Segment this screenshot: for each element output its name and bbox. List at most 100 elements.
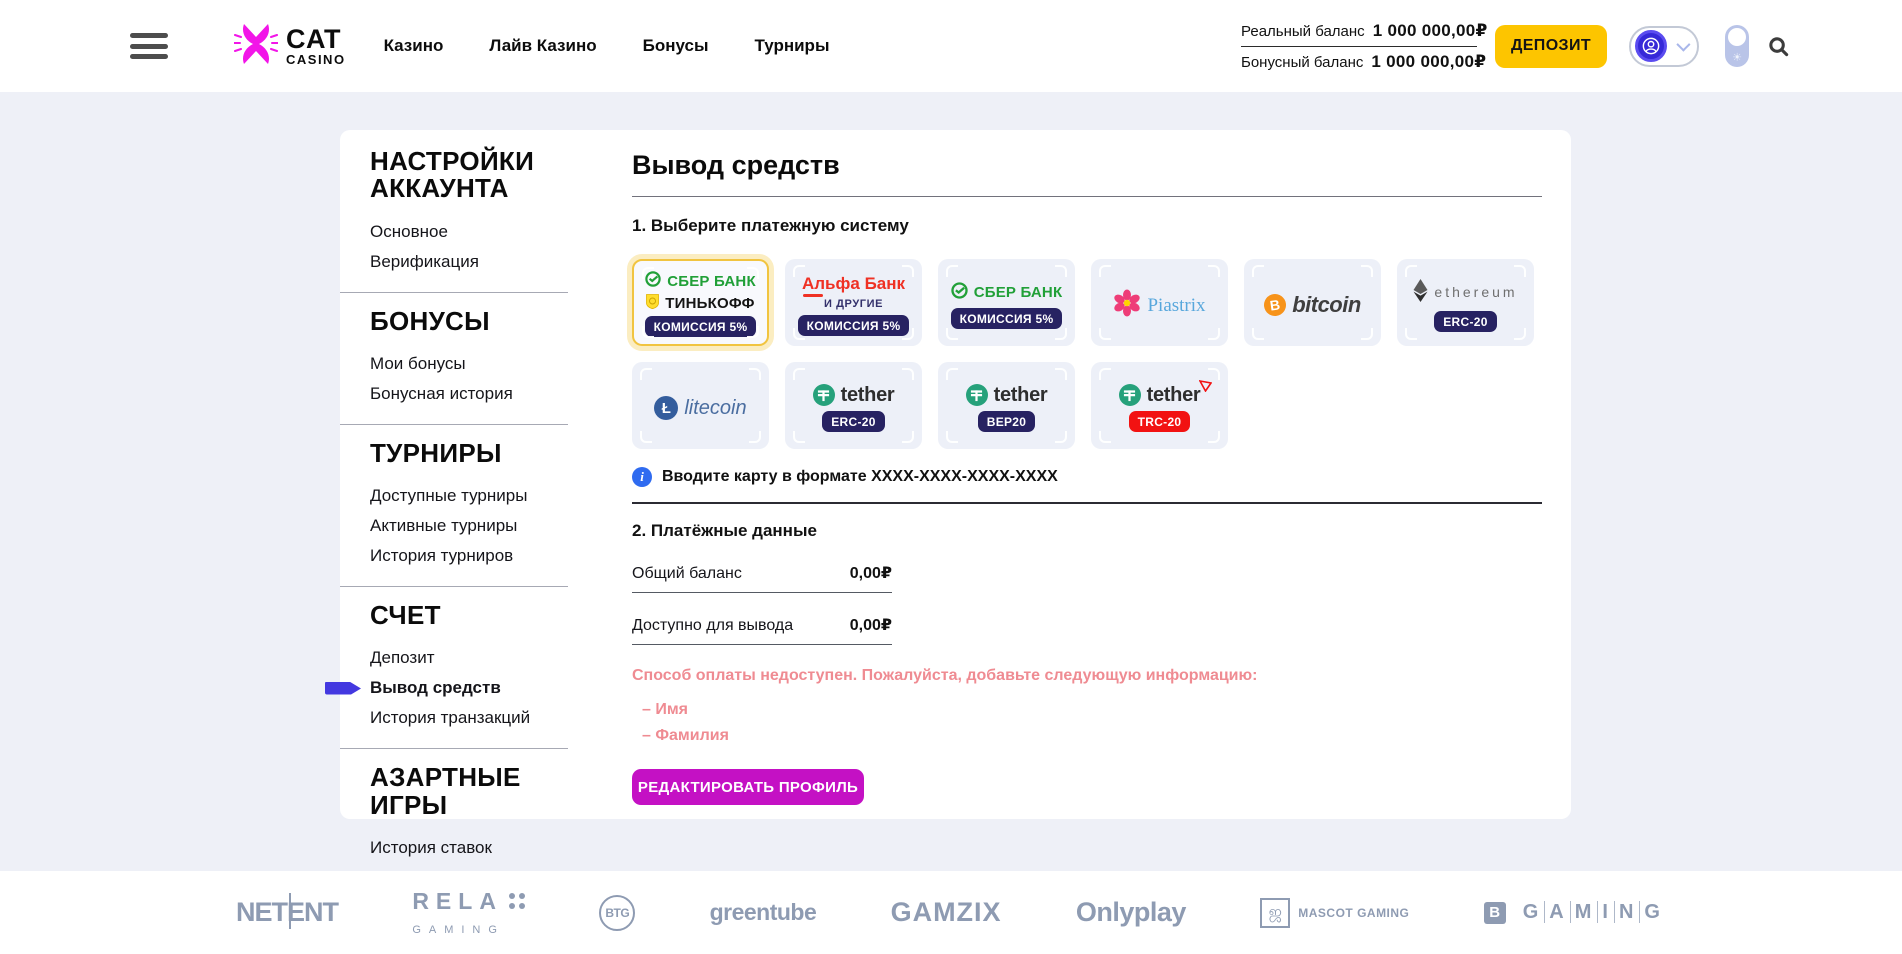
title-divider — [632, 196, 1542, 197]
total-balance-value: 0,00₽ — [850, 563, 892, 583]
missing-fields-list: Имя Фамилия — [632, 697, 1542, 749]
bonus-balance-label: Бонусный баланс — [1241, 54, 1363, 71]
nav-item-casino[interactable]: Казино — [384, 36, 444, 56]
available-balance-value: 0,00₽ — [850, 615, 892, 635]
sidebar-item-main[interactable]: Основное — [370, 217, 598, 247]
relax-gaming-logo: RELA GAMING — [412, 890, 525, 936]
sidebar-section-title-gambling: АЗАРТНЫЕ ИГРЫ — [370, 764, 598, 819]
search-icon — [1767, 35, 1790, 58]
theme-toggle[interactable]: ☀ — [1725, 25, 1749, 67]
sidebar-item-withdrawal-label: Вывод средств — [370, 678, 501, 697]
top-header: CAT CASINO Казино Лайв Казино Бонусы Тур… — [0, 0, 1902, 92]
payment-card-sber-tinkoff[interactable]: СБЕР БАНК ТИНЬКОФФ КОМИССИЯ 5% — [632, 259, 769, 346]
sidebar-divider — [340, 424, 568, 425]
and-others-label: И ДРУГИЕ — [824, 299, 883, 310]
sidebar-section-title-tournaments: ТУРНИРЫ — [370, 440, 598, 467]
sidebar-item-my-bonuses[interactable]: Мои бонусы — [370, 349, 598, 379]
litecoin-icon: Ł — [654, 396, 678, 420]
payment-card-tether-trc20[interactable]: tether TRC-20 — [1091, 362, 1228, 449]
edit-profile-button[interactable]: РЕДАКТИРОВАТЬ ПРОФИЛЬ — [632, 769, 864, 805]
nav-item-bonuses[interactable]: Бонусы — [643, 36, 709, 56]
payment-card-sberbank[interactable]: СБЕР БАНК КОМИССИЯ 5% — [938, 259, 1075, 346]
total-balance-label: Общий баланс — [632, 565, 742, 583]
hamburger-menu-icon[interactable] — [130, 33, 168, 59]
payment-unavailable-warning: Способ оплаты недоступен. Пожалуйста, до… — [632, 667, 1542, 685]
sidebar-section-title-settings: НАСТРОЙКИ АККАУНТА — [370, 148, 598, 203]
section-divider — [632, 502, 1542, 504]
ethereum-wordmark: ethereum — [1434, 285, 1517, 299]
sberbank-wordmark: СБЕР БАНК — [667, 274, 756, 289]
sidebar-item-deposit[interactable]: Депозит — [370, 643, 598, 673]
nav-item-live-casino[interactable]: Лайв Казино — [489, 36, 596, 56]
commission-badge: КОМИССИЯ 5% — [645, 316, 757, 337]
real-balance-label: Реальный баланс — [1241, 23, 1365, 40]
relax-dots-icon — [509, 893, 525, 909]
sidebar-item-active-tournaments[interactable]: Активные турниры — [370, 511, 598, 541]
tether-icon — [1119, 384, 1141, 406]
bitcoin-icon: B — [1263, 293, 1288, 318]
step2-label: 2. Платёжные данные — [632, 521, 1542, 541]
missing-field-last-name: Фамилия — [632, 723, 1542, 749]
sberbank-wordmark: СБЕР БАНК — [974, 285, 1063, 300]
tether-wordmark: tether — [841, 385, 895, 405]
tinkoff-icon — [646, 294, 659, 313]
onlyplay-logo: Onlyplay — [1076, 897, 1186, 928]
sberbank-icon — [645, 271, 661, 291]
payment-card-alfa-bank[interactable]: Альфа Банк И ДРУГИЕ КОМИССИЯ 5% — [785, 259, 922, 346]
sidebar-item-transaction-history[interactable]: История транзакций — [370, 703, 598, 733]
sidebar-item-bonus-history[interactable]: Бонусная история — [370, 379, 598, 409]
sidebar-divider — [340, 748, 568, 749]
step1-label: 1. Выберите платежную систему — [632, 216, 1542, 236]
tether-icon — [813, 384, 835, 406]
payment-card-piastrix[interactable]: Piastrix — [1091, 259, 1228, 346]
chevron-down-icon — [1676, 38, 1690, 52]
logo-text-cat: CAT — [286, 26, 346, 53]
tether-icon — [966, 384, 988, 406]
sidebar-divider — [340, 292, 568, 293]
payment-card-tether-erc20[interactable]: tether ERC-20 — [785, 362, 922, 449]
alfa-bank-wordmark: Альфа Банк — [802, 275, 905, 292]
erc20-badge: ERC-20 — [822, 411, 884, 432]
payment-card-tether-bep20[interactable]: tether BEP20 — [938, 362, 1075, 449]
deposit-button[interactable]: ДЕПОЗИТ — [1495, 25, 1607, 68]
sberbank-icon — [951, 282, 968, 303]
card-format-note: i Вводите карту в формате XXXX-XXXX-XXXX… — [632, 467, 1542, 487]
real-balance-value: 1 000 000,00₽ — [1373, 21, 1488, 41]
bgaming-logo: B GAMING — [1484, 901, 1666, 924]
payment-methods-grid: СБЕР БАНК ТИНЬКОФФ КОМИССИЯ 5% Альфа Бан… — [632, 259, 1542, 449]
bonus-balance-value: 1 000 000,00₽ — [1371, 52, 1486, 72]
cat-casino-logo[interactable]: CAT CASINO — [234, 21, 346, 72]
missing-field-first-name: Имя — [632, 697, 1542, 723]
payment-card-litecoin[interactable]: Ł litecoin — [632, 362, 769, 449]
page-title: Вывод средств — [632, 150, 1542, 181]
logo-text-casino: CASINO — [286, 53, 346, 66]
payment-card-ethereum[interactable]: ethereum ERC-20 — [1397, 259, 1534, 346]
available-balance-row: Доступно для вывода 0,00₽ — [632, 615, 892, 645]
balance-block: Реальный баланс 1 000 000,00₽ Бонусный б… — [1241, 21, 1477, 72]
mascot-gaming-logo: ஜ MASCOT GAMING — [1260, 898, 1409, 928]
available-balance-label: Доступно для вывода — [632, 617, 793, 635]
sidebar-item-withdrawal[interactable]: Вывод средств — [370, 673, 598, 703]
litecoin-wordmark: litecoin — [684, 398, 746, 418]
sidebar-item-bet-history[interactable]: История ставок — [370, 833, 598, 863]
sidebar-section-title-account: СЧЕТ — [370, 602, 598, 629]
sidebar-item-tournament-history[interactable]: История турниров — [370, 541, 598, 571]
account-dropdown[interactable] — [1629, 26, 1699, 67]
payment-card-bitcoin[interactable]: B bitcoin — [1244, 259, 1381, 346]
erc20-badge: ERC-20 — [1434, 311, 1496, 332]
real-balance-row: Реальный баланс 1 000 000,00₽ — [1241, 21, 1477, 41]
search-button[interactable] — [1767, 35, 1790, 58]
sidebar-divider — [340, 586, 568, 587]
tron-icon — [1199, 376, 1212, 396]
commission-badge: КОМИССИЯ 5% — [798, 315, 910, 336]
sidebar-item-verification[interactable]: Верификация — [370, 247, 598, 277]
nav-item-tournaments[interactable]: Турниры — [754, 36, 829, 56]
bitcoin-wordmark: bitcoin — [1292, 294, 1361, 316]
main-nav: Казино Лайв Казино Бонусы Турниры — [384, 36, 830, 56]
tether-wordmark: tether — [1147, 385, 1201, 405]
account-panel: НАСТРОЙКИ АККАУНТА Основное Верификация … — [340, 130, 1571, 819]
alfa-underline — [803, 294, 823, 297]
total-balance-row: Общий баланс 0,00₽ — [632, 563, 892, 593]
tether-wordmark: tether — [994, 385, 1048, 405]
sidebar-item-available-tournaments[interactable]: Доступные турниры — [370, 481, 598, 511]
